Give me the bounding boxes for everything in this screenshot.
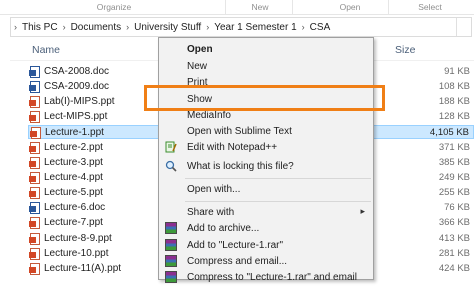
winrar-icon [165,255,177,267]
powerpoint-file-icon [29,233,40,245]
menu-item-label: Edit with Notepad++ [187,142,278,153]
file-name: Lecture-5.ppt [44,187,103,198]
context-menu: Open New Print Show MediaInfo Open with … [158,37,374,283]
file-size: 108 KB [438,81,470,92]
menu-item-label: Compress and email... [187,256,288,267]
powerpoint-file-icon [29,263,40,275]
file-size: 371 KB [438,142,470,153]
ribbon-divider [225,0,226,14]
menu-item-label: New [187,61,208,72]
menu-item-label: Share with [187,207,235,218]
powerpoint-file-icon [29,187,40,199]
file-name: Lecture-7.ppt [44,217,103,228]
menu-item-edit-with-notepad-plus-plus[interactable]: Edit with Notepad++ [159,139,373,156]
chevron-right-icon[interactable]: › [60,22,69,32]
chevron-right-icon[interactable]: › [299,22,308,32]
notepad-icon [165,141,177,153]
menu-item-add-to-archive[interactable]: Add to archive... [159,220,373,237]
file-name: Lecture-8-9.ppt [44,233,112,244]
file-name: CSA-2009.doc [44,81,110,92]
menu-item-add-to-rar[interactable]: Add to "Lecture-1.rar" [159,237,373,254]
submenu-arrow-icon: ▸ [360,206,365,216]
menu-item-share-with[interactable]: Share with ▸ [159,204,373,221]
file-name: Lect-MIPS.ppt [44,111,108,122]
magnifier-icon [165,160,177,172]
menu-item-open-with[interactable]: Open with... [159,181,373,198]
address-dropdown-button[interactable] [456,18,471,36]
file-size: 424 KB [438,263,470,274]
chevron-right-icon: › [14,22,17,32]
file-size: 385 KB [438,157,470,168]
powerpoint-file-icon [29,248,40,260]
file-name: CSA-2008.doc [44,66,110,77]
menu-item-what-is-locking-this-file[interactable]: What is locking this file? [159,158,373,175]
file-size: 255 KB [438,187,470,198]
file-size: 91 KB [444,66,470,77]
winrar-icon [165,271,177,283]
menu-separator [185,201,371,202]
powerpoint-file-icon [29,157,40,169]
menu-item-new[interactable]: New [159,58,373,75]
file-name: Lab(I)-MIPS.ppt [44,96,115,107]
breadcrumb: › This PC › Documents › University Stuff… [11,18,332,36]
file-size: 76 KB [444,202,470,213]
powerpoint-file-icon [29,142,40,154]
file-size: 413 KB [438,233,470,244]
breadcrumb-university-stuff[interactable]: University Stuff [132,22,203,33]
powerpoint-file-icon [29,96,40,108]
powerpoint-file-icon [30,127,41,139]
ribbon-section-select: Select [418,2,442,12]
powerpoint-file-icon [29,111,40,123]
file-size: 188 KB [438,96,470,107]
menu-item-compress-and-email[interactable]: Compress and email... [159,253,373,270]
powerpoint-file-icon [29,172,40,184]
breadcrumb-documents[interactable]: Documents [69,22,124,33]
address-bar[interactable]: › This PC › Documents › University Stuff… [10,17,472,37]
menu-item-compress-to-rar-and-email[interactable]: Compress to "Lecture-1.rar" and email [159,269,373,286]
winrar-icon [165,239,177,251]
file-size: 281 KB [438,248,470,259]
breadcrumb-this-pc[interactable]: This PC [20,22,60,33]
column-header-name[interactable]: Name [32,44,60,56]
ribbon-section-new: New [251,2,269,12]
file-size: 249 KB [438,172,470,183]
file-name: Lecture-3.ppt [44,157,103,168]
highlight-box [144,85,385,111]
file-name: Lecture-4.ppt [44,172,103,183]
ribbon-captions: Organize New Open Select [0,0,474,15]
menu-item-open-with-sublime-text[interactable]: Open with Sublime Text [159,123,373,140]
file-name: Lecture-11(A).ppt [44,263,122,274]
column-header-size[interactable]: Size [395,44,415,56]
menu-item-label: Open with Sublime Text [187,126,292,137]
winrar-icon [165,222,177,234]
breadcrumb-csa[interactable]: CSA [308,22,333,33]
word-document-icon [29,202,40,214]
menu-separator [185,178,371,179]
menu-item-label: Compress to "Lecture-1.rar" and email [187,272,357,283]
ribbon-divider [388,0,389,14]
menu-item-label: Open [187,44,213,55]
file-name: Lecture-2.ppt [44,142,103,153]
file-name: Lecture-6.doc [44,202,106,213]
file-name: Lecture-10.ppt [44,248,109,259]
menu-item-label: Add to archive... [187,223,260,234]
menu-item-label: What is locking this file? [187,161,294,172]
word-document-icon [29,66,40,78]
file-name: Lecture-1.ppt [45,127,104,138]
menu-item-label: MediaInfo [187,110,231,121]
menu-item-open[interactable]: Open [159,41,373,58]
ribbon-section-organize: Organize [96,2,132,12]
chevron-right-icon[interactable]: › [203,22,212,32]
breadcrumb-year-1-semester-1[interactable]: Year 1 Semester 1 [212,22,298,33]
powerpoint-file-icon [29,217,40,229]
ribbon-divider [292,0,293,14]
ribbon-section-open: Open [339,2,361,12]
menu-item-label: Open with... [187,184,241,195]
file-size: 366 KB [438,217,470,228]
file-size: 128 KB [438,111,470,122]
word-document-icon [29,81,40,93]
file-size: 4,105 KB [429,127,469,138]
menu-item-label: Add to "Lecture-1.rar" [187,240,284,251]
chevron-right-icon[interactable]: › [123,22,132,32]
